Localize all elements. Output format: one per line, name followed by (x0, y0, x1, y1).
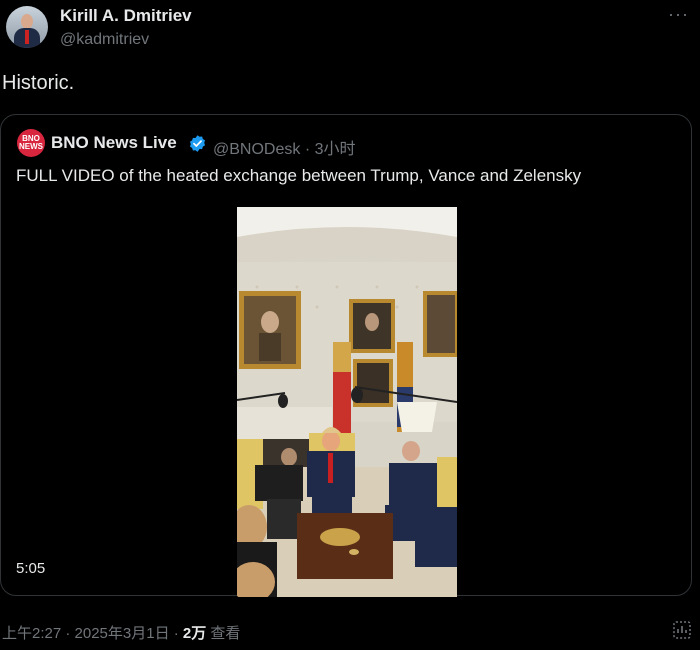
bno-logo-text: BNO NEWS (19, 134, 43, 151)
avatar-tie (25, 30, 29, 44)
views-count: 2万 (182, 625, 207, 642)
more-icon[interactable]: ··· (668, 4, 689, 25)
analytics-icon[interactable] (672, 620, 692, 640)
tweet-meta: 上午2:27 · 2025年3月1日 · 2万 查看 (2, 622, 240, 643)
video-duration: 5:05 (16, 560, 46, 577)
quoted-display-name[interactable]: BNO News Live (51, 133, 177, 153)
views-label: 查看 (206, 625, 241, 642)
author-avatar[interactable] (6, 6, 48, 48)
verified-badge-icon (189, 135, 206, 152)
quoted-handle-time[interactable]: @BNODesk · 3小时 (213, 135, 356, 159)
bno-logo-avatar[interactable]: BNO NEWS (17, 129, 45, 157)
tweet-timestamp[interactable]: 上午2:27 · 2025年3月1日 · (2, 625, 183, 642)
author-handle[interactable]: @kadmitriev (60, 31, 149, 49)
video-player[interactable] (237, 207, 457, 597)
tweet-text: Historic. (2, 72, 75, 94)
avatar-head (21, 14, 33, 29)
video-thumbnail (237, 207, 457, 597)
author-display-name[interactable]: Kirill A. Dmitriev (60, 6, 192, 26)
quoted-text: FULL VIDEO of the heated exchange betwee… (16, 166, 582, 185)
